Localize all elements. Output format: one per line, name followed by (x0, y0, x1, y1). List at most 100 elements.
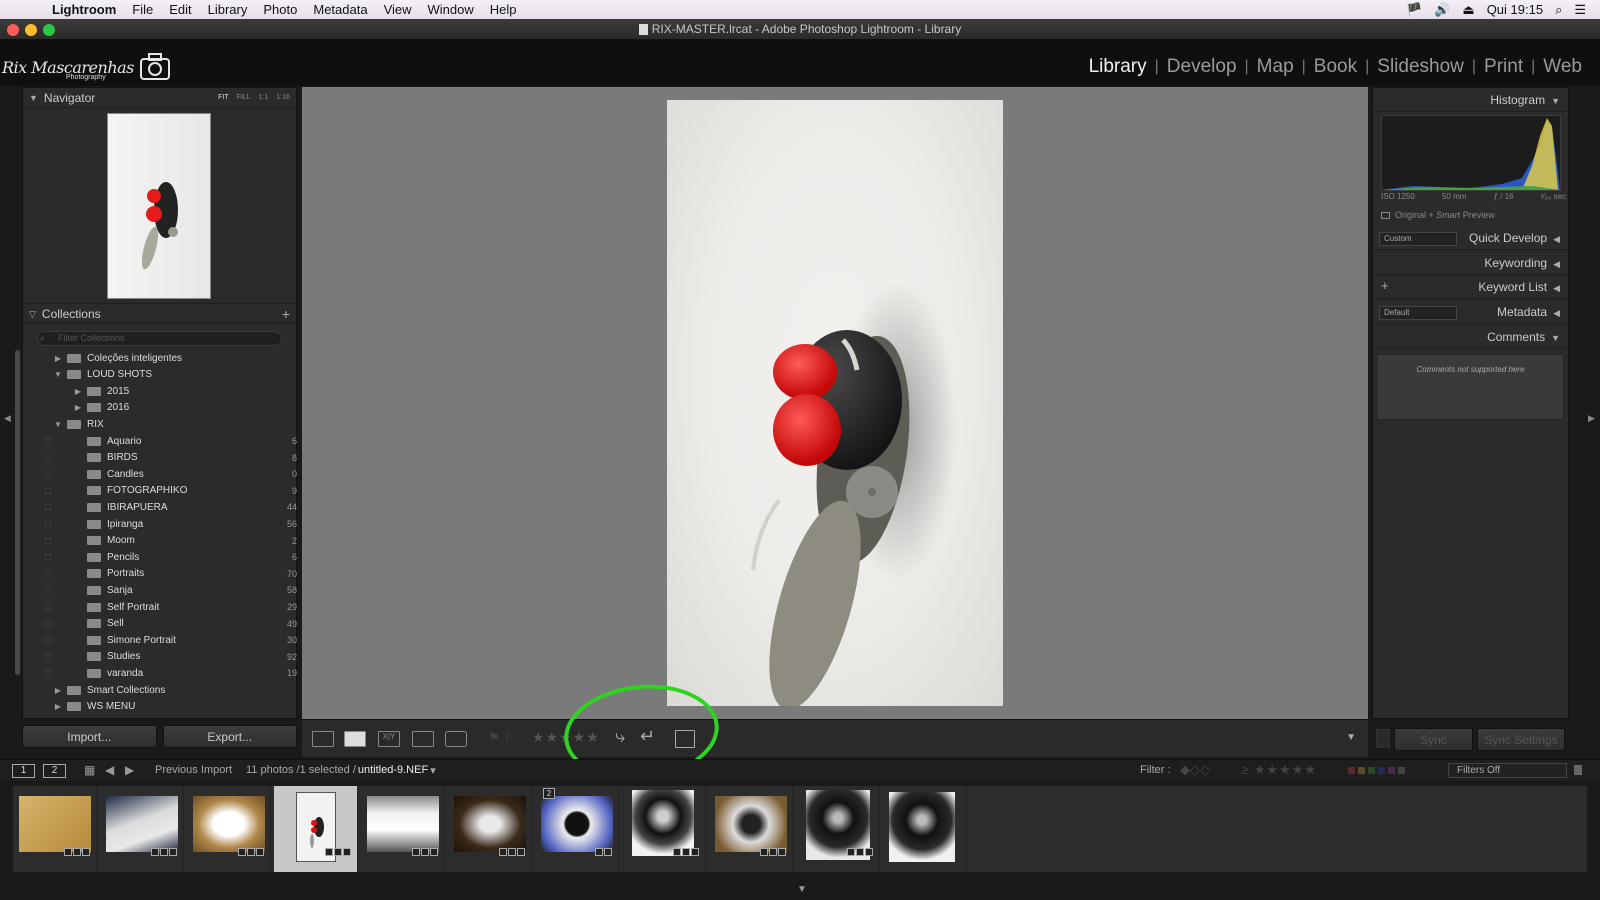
collection-row[interactable]: ▶ WS MENU (35, 699, 297, 715)
filename-dropdown-icon[interactable]: ▾ (430, 764, 436, 777)
filmstrip-thumb[interactable] (13, 786, 97, 872)
menu-window[interactable]: Window (420, 0, 482, 19)
yellow-label-icon[interactable] (1358, 767, 1365, 774)
blue-label-icon[interactable] (1378, 767, 1385, 774)
gray-label-icon[interactable] (1398, 767, 1405, 774)
collection-target-checkbox[interactable] (45, 454, 51, 461)
collection-row[interactable]: Aquario 6 (35, 433, 297, 449)
import-button[interactable]: Import... (22, 725, 157, 748)
filmstrip-thumb[interactable] (448, 786, 532, 872)
disclosure-arrow-icon[interactable]: ▶ (53, 686, 63, 695)
collection-target-checkbox[interactable] (45, 537, 51, 544)
rating-filter-stars[interactable]: ≥ ★★★★★ (1241, 762, 1317, 778)
menu-metadata[interactable]: Metadata (305, 0, 375, 19)
collection-row[interactable]: Portraits 70 (35, 566, 297, 582)
collection-row[interactable]: ▶ 2016 (35, 400, 297, 416)
collapse-icon[interactable]: ▼ (29, 93, 38, 103)
sync-settings-button[interactable]: Sync Settings (1477, 728, 1565, 751)
disclosure-arrow-icon[interactable]: ▶ (53, 702, 63, 711)
module-map[interactable]: Map (1249, 56, 1302, 78)
expand-icon[interactable]: ◀ (1553, 259, 1560, 269)
second-window-button[interactable]: 2 (43, 764, 66, 778)
expand-icon[interactable]: ◀ (1553, 308, 1560, 318)
zoom-fill[interactable]: FILL (237, 94, 251, 101)
collection-target-checkbox[interactable] (45, 604, 51, 610)
auto-sync-toggle[interactable] (1376, 729, 1390, 748)
metadata-preset-select[interactable]: Default (1379, 306, 1457, 320)
expand-icon[interactable]: ◀ (1553, 234, 1560, 244)
people-view-icon[interactable] (445, 731, 467, 747)
main-window-button[interactable]: 1 (12, 764, 35, 778)
filmstrip-thumb[interactable] (883, 786, 967, 872)
histogram-header[interactable]: Histogram ▼ (1373, 88, 1570, 112)
left-panel-scrollbar[interactable] (15, 350, 20, 675)
toolbar-options-icon[interactable]: ▼ (1346, 732, 1356, 743)
collection-row[interactable]: Candles 0 (35, 466, 297, 482)
back-arrow-icon[interactable]: ◀ (105, 763, 114, 777)
zoom-1-1[interactable]: 1:1 (259, 94, 269, 101)
collection-target-checkbox[interactable] (45, 637, 51, 644)
loupe-view-icon[interactable] (344, 731, 366, 747)
filmstrip-toggle-icon[interactable]: ▼ (797, 884, 807, 895)
clock[interactable]: Qui 19:15 (1487, 2, 1543, 17)
disclosure-arrow-icon[interactable]: ▶ (73, 387, 83, 396)
module-slideshow[interactable]: Slideshow (1369, 56, 1472, 78)
collection-target-checkbox[interactable] (45, 670, 51, 677)
comments-header[interactable]: Comments ▼ (1373, 325, 1570, 349)
grid-icon[interactable]: ▦ (84, 763, 95, 777)
collection-target-checkbox[interactable] (45, 570, 51, 577)
menu-app-name[interactable]: Lightroom (44, 0, 124, 19)
disclosure-arrow-icon[interactable]: ▶ (53, 354, 63, 363)
collection-target-checkbox[interactable] (45, 504, 51, 511)
zoom-fit[interactable]: FIT (218, 94, 229, 101)
collection-target-checkbox[interactable] (45, 487, 51, 494)
add-collection-button[interactable]: + (282, 306, 290, 322)
grid-view-icon[interactable] (312, 731, 334, 747)
collection-row[interactable]: Studies 92 (35, 649, 297, 665)
survey-view-icon[interactable] (412, 731, 434, 747)
menu-edit[interactable]: Edit (161, 0, 199, 19)
disclosure-arrow-icon[interactable]: ▼ (53, 420, 63, 429)
flag-reject-icon[interactable]: ⚐ (504, 730, 516, 746)
collection-target-checkbox[interactable] (45, 554, 51, 561)
filmstrip-thumb-stack[interactable]: 2 (535, 786, 619, 872)
collection-row[interactable]: IBIRAPUERA 44 (35, 499, 297, 515)
left-panel-toggle-icon[interactable]: ◀ (4, 413, 11, 424)
zoom-window-button[interactable] (43, 24, 55, 36)
collapse-icon[interactable]: ▼ (1551, 96, 1560, 106)
expand-icon[interactable]: ◀ (1553, 283, 1560, 293)
collection-target-checkbox[interactable] (45, 521, 51, 527)
collection-row[interactable]: BIRDS 8 (35, 450, 297, 466)
source-label[interactable]: Previous Import (155, 764, 232, 776)
collections-header[interactable]: ▽ Collections + (23, 303, 296, 323)
color-label-filter[interactable] (1348, 767, 1405, 774)
collection-target-checkbox[interactable] (45, 471, 51, 478)
filmstrip-thumb[interactable] (361, 786, 445, 872)
collection-row[interactable]: ▶ Smart Collections (35, 682, 297, 698)
flag-filter-icons[interactable]: ◆◇◇ (1180, 762, 1210, 778)
module-web[interactable]: Web (1535, 56, 1590, 78)
navigator-preview[interactable] (107, 113, 211, 299)
filter-lock-icon[interactable] (1574, 765, 1582, 775)
green-label-icon[interactable] (1368, 767, 1375, 774)
collection-row[interactable]: Pencils 6 (35, 549, 297, 565)
flag-pick-icon[interactable]: ⚑ (488, 730, 500, 746)
navigator-header[interactable]: ▼ Navigator FIT FILL 1:1 1:16 (23, 88, 296, 108)
close-window-button[interactable] (7, 24, 19, 36)
menu-file[interactable]: File (124, 0, 161, 19)
filmstrip-thumb[interactable] (709, 786, 793, 872)
search-icon[interactable]: ⌕ (1555, 2, 1562, 18)
collection-target-checkbox[interactable] (45, 587, 51, 594)
collection-target-checkbox[interactable] (45, 438, 51, 444)
red-label-icon[interactable] (1348, 767, 1355, 774)
right-panel-toggle-icon[interactable]: ▶ (1588, 413, 1595, 424)
list-icon[interactable]: ☰ (1574, 2, 1586, 18)
filmstrip-thumb[interactable] (187, 786, 271, 872)
filmstrip-thumb[interactable] (796, 786, 880, 872)
forward-arrow-icon[interactable]: ▶ (125, 763, 134, 777)
collections-filter-input[interactable]: Filter Collections (37, 331, 282, 346)
filmstrip-thumb-selected[interactable] (274, 786, 358, 872)
flag-icon[interactable]: 🏴 (1406, 2, 1422, 18)
export-button[interactable]: Export... (162, 725, 297, 748)
minimize-window-button[interactable] (25, 24, 37, 36)
